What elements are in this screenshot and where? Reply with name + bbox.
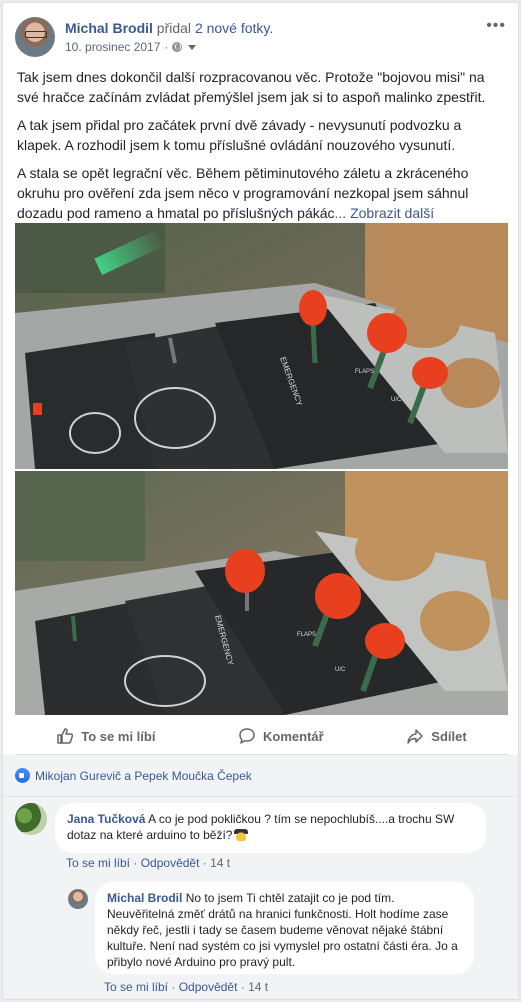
post-paragraph: A tak jsem přidal pro začátek první dvě … (17, 117, 462, 153)
panel-label-flaps: FLAPS (297, 632, 316, 638)
panel-label-flaps: FLAPS (355, 369, 374, 375)
thumbs-up-icon (57, 728, 74, 744)
comment-avatar-michal[interactable] (68, 889, 88, 909)
panel-label-uc: U/C (391, 397, 402, 403)
comment-label: Komentář (263, 728, 324, 744)
post-action-bar: To se mi líbí Komentář Sdílet (15, 718, 508, 755)
comments-section: Jana Tučková A co je pod pokličkou ? tím… (3, 797, 518, 999)
comment-author[interactable]: Jana Tučková (67, 812, 145, 826)
post-photo-2[interactable]: EMERGENCY FLAPS U/C (15, 471, 508, 715)
comment-actions: To se mi líbí · Odpovědět · 14 t (104, 980, 269, 994)
post-photo-1[interactable]: EMERGENCY FLAPS U/C (15, 223, 508, 469)
panel-label-uc: U/C (335, 667, 346, 673)
reply-bubble: Michal Brodil No to jsem Ti chtěl zataji… (95, 882, 474, 974)
author-avatar[interactable] (15, 17, 55, 57)
like-label: To se mi líbí (81, 728, 156, 744)
globe-icon (172, 42, 183, 52)
post-date[interactable]: 10. prosinec 2017 (65, 40, 160, 54)
see-more-link[interactable]: ... Zobrazit další (335, 205, 435, 221)
comment-button[interactable]: Komentář (238, 727, 324, 745)
comment-author[interactable]: Michal Brodil (107, 891, 182, 905)
comment-icon (239, 728, 255, 744)
reaction-names-link[interactable]: Mikojan Gurevič a Pepek Moučka Čepek (35, 768, 252, 784)
post-text: Tak jsem dnes dokončil další rozpracovan… (17, 67, 495, 231)
comment-time[interactable]: 14 t (248, 980, 268, 994)
post-meta: 10. prosinec 2017 · (65, 40, 197, 54)
comment-like-link[interactable]: To se mi líbí (66, 856, 130, 870)
comment-actions: To se mi líbí · Odpovědět · 14 t (66, 856, 231, 870)
comment-reply-link[interactable]: Odpovědět (179, 980, 238, 994)
post-card: Michal Brodil přidal 2 nové fotky. 10. p… (2, 2, 519, 1000)
spy-emoji-icon (234, 829, 249, 841)
post-header: Michal Brodil přidal 2 nové fotky. 10. p… (15, 15, 506, 59)
comment-bubble: Jana Tučková A co je pod pokličkou ? tím… (55, 803, 486, 853)
reactions-bar: Mikojan Gurevič a Pepek Moučka Čepek (3, 755, 518, 797)
author-name-link[interactable]: Michal Brodil (65, 20, 153, 36)
more-options-icon[interactable]: ••• (486, 18, 506, 34)
comment-avatar-jana[interactable] (15, 803, 47, 835)
like-reaction-icon (15, 768, 30, 783)
new-photos-link[interactable]: 2 nové fotky. (195, 20, 273, 36)
audience-dropdown-icon[interactable] (188, 44, 197, 50)
post-paragraph: Tak jsem dnes dokončil další rozpracovan… (17, 69, 486, 105)
comment-reply-link[interactable]: Odpovědět (141, 856, 200, 870)
share-button[interactable]: Sdílet (406, 727, 467, 745)
comment-time[interactable]: 14 t (210, 856, 230, 870)
comment-like-link[interactable]: To se mi líbí (104, 980, 168, 994)
author-action-text: přidal (156, 20, 192, 36)
post-paragraph: A stala se opět legrační věc. Během pěti… (17, 165, 469, 221)
share-icon (407, 729, 424, 744)
like-button[interactable]: To se mi líbí (56, 727, 155, 745)
meta-separator: · (164, 40, 169, 54)
share-label: Sdílet (431, 728, 467, 744)
author-line: Michal Brodil přidal 2 nové fotky. (65, 19, 273, 37)
